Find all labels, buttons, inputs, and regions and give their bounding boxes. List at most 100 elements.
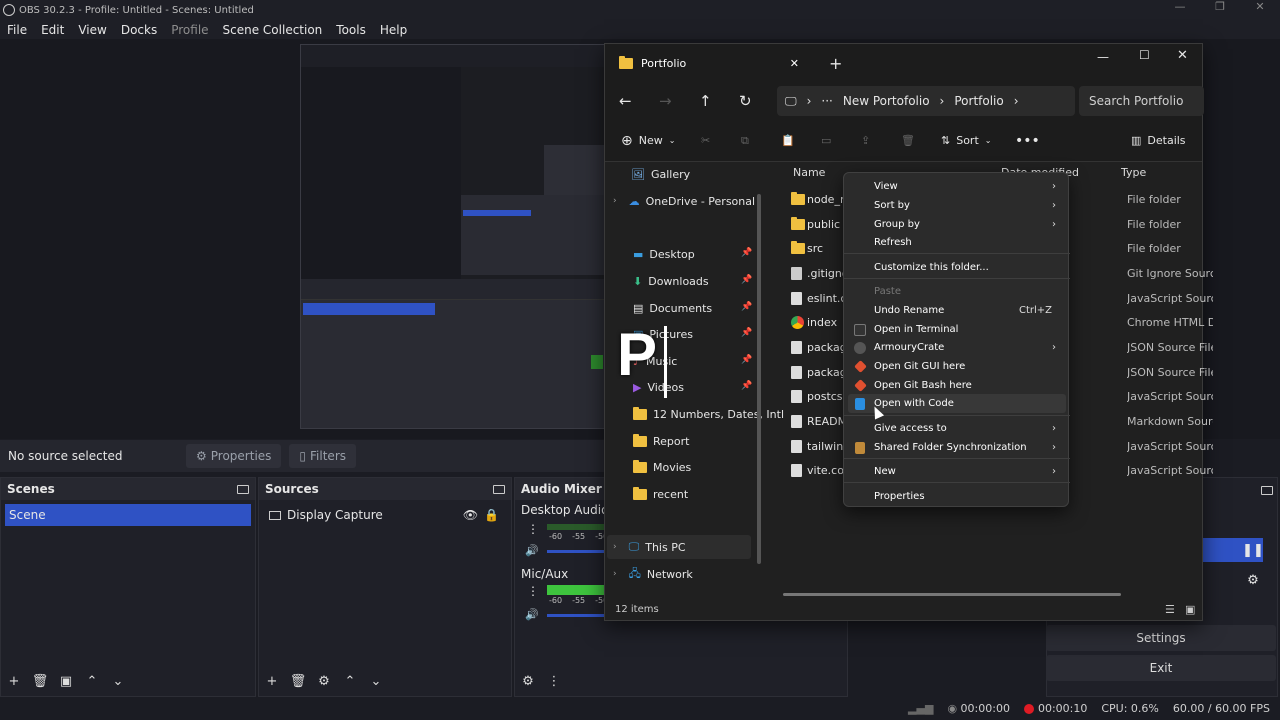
chevron-down-icon[interactable]: ⌄ (367, 672, 385, 690)
copy-icon[interactable]: ⧉ (741, 134, 749, 148)
more-icon[interactable]: ··· (821, 94, 832, 108)
kebab-icon[interactable]: ⋮ (527, 522, 539, 536)
horizontal-scrollbar[interactable] (783, 593, 1121, 596)
sidebar-item-documents[interactable]: ▤ Documents (633, 296, 712, 320)
kebab-icon[interactable]: ⋮ (545, 672, 563, 690)
column-type[interactable]: Type (1121, 166, 1146, 179)
menu-view[interactable]: View (71, 23, 113, 37)
volume-slider[interactable] (547, 614, 607, 617)
paste-icon[interactable]: 📋 (781, 134, 795, 147)
menu-item-view[interactable]: View › (848, 177, 1066, 196)
sidebar-item-numbers[interactable]: 12 Numbers, Dates, Intl (633, 402, 784, 426)
chevron-down-icon[interactable]: ⌄ (109, 672, 127, 690)
search-input[interactable]: Search Portfolio (1079, 86, 1204, 116)
close-icon[interactable]: ✕ (1240, 0, 1280, 13)
scene-item[interactable]: Scene (5, 504, 251, 526)
chevron-up-icon[interactable]: ⌃ (83, 672, 101, 690)
menu-item-customize[interactable]: Customize this folder... (848, 258, 1066, 277)
menu-item-give-access[interactable]: Give access to › (848, 419, 1066, 438)
crumb-new-portofolio[interactable]: New Portofolio (843, 94, 930, 108)
menu-tools[interactable]: Tools (329, 23, 373, 37)
sidebar-item-this-pc[interactable]: › 🖵 This PC (607, 535, 751, 559)
crumb-portfolio[interactable]: Portfolio (954, 94, 1003, 108)
sidebar-item-gallery[interactable]: 🖼 Gallery (631, 162, 690, 186)
sidebar-item-report[interactable]: Report (633, 429, 689, 453)
menu-item-refresh[interactable]: Refresh (848, 233, 1066, 252)
sidebar-item-network[interactable]: › 🖧 Network (613, 562, 693, 586)
undock-icon[interactable] (493, 484, 505, 494)
details-button[interactable]: ▥ Details (1131, 134, 1186, 147)
forward-icon[interactable]: → (659, 92, 672, 110)
menu-item-armourycrate[interactable]: ArmouryCrate › (848, 338, 1066, 357)
breadcrumb[interactable]: 🖵 › ··· New Portofolio › Portfolio › (777, 86, 1075, 116)
maximize-icon[interactable]: ❐ (1200, 0, 1240, 13)
minimize-icon[interactable]: — (1160, 0, 1200, 13)
volume-slider[interactable] (547, 550, 607, 553)
mixer-settings-icon[interactable]: ⚙ (519, 672, 537, 690)
rename-icon[interactable]: ▭ (821, 134, 831, 147)
refresh-icon[interactable]: ↻ (739, 92, 752, 110)
exit-button[interactable]: Exit (1046, 655, 1276, 681)
menu-help[interactable]: Help (373, 23, 414, 37)
properties-button[interactable]: ⚙ Properties (186, 444, 282, 468)
menu-item-properties[interactable]: Properties (848, 487, 1066, 506)
sidebar-item-desktop[interactable]: ▬ Desktop (633, 242, 695, 266)
share-icon[interactable]: ⇪ (861, 134, 870, 147)
menu-item-open-terminal[interactable]: Open in Terminal (848, 320, 1066, 339)
new-button[interactable]: ⊕ New ⌄ (621, 133, 675, 149)
eye-icon[interactable]: 👁 (463, 508, 478, 522)
undock-icon[interactable] (1261, 484, 1273, 498)
list-view-icon[interactable]: ☰ (1165, 603, 1175, 616)
menu-item-git-bash[interactable]: Open Git Bash here (848, 376, 1066, 395)
undock-icon[interactable] (237, 484, 249, 494)
trash-icon[interactable]: 🗑 (31, 672, 49, 690)
sidebar-item-downloads[interactable]: ⬇ Downloads (633, 269, 709, 293)
menu-item-sort-by[interactable]: Sort by › (848, 196, 1066, 215)
kebab-icon[interactable]: ⋮ (527, 584, 539, 598)
menu-profile[interactable]: Profile (164, 23, 215, 37)
delete-icon[interactable]: 🗑 (901, 134, 915, 147)
column-name[interactable]: Name (793, 166, 825, 179)
back-icon[interactable]: ← (619, 92, 632, 110)
speaker-icon[interactable]: 🔊 (525, 608, 539, 621)
menu-item-group-by[interactable]: Group by › (848, 215, 1066, 234)
explorer-tab[interactable]: Portfolio ✕ (615, 48, 805, 78)
menu-item-paste[interactable]: Paste (848, 282, 1066, 301)
sidebar-scrollbar[interactable] (757, 194, 761, 564)
more-options-icon[interactable]: ••• (1015, 133, 1040, 149)
add-icon[interactable]: + (5, 672, 23, 690)
menu-item-shared-folder-sync[interactable]: Shared Folder Synchronization › (848, 438, 1066, 457)
chevron-up-icon[interactable]: ⌃ (341, 672, 359, 690)
close-icon[interactable]: ✕ (1177, 48, 1188, 63)
speaker-icon[interactable]: 🔊 (525, 544, 539, 557)
cut-icon[interactable]: ✂ (701, 134, 710, 147)
sidebar-item-onedrive[interactable]: › ☁ OneDrive - Personal (613, 189, 755, 213)
menu-item-git-gui[interactable]: Open Git GUI here (848, 357, 1066, 376)
settings-button[interactable]: Settings (1046, 625, 1276, 651)
menu-scene-collection[interactable]: Scene Collection (216, 23, 330, 37)
source-item[interactable]: Display Capture 👁 🔒 (269, 504, 507, 526)
trash-icon[interactable]: 🗑 (289, 672, 307, 690)
new-tab-icon[interactable]: + (829, 54, 842, 73)
tile-view-icon[interactable]: ▣ (1185, 603, 1195, 616)
filter-icon[interactable]: ▣ (57, 672, 75, 690)
add-icon[interactable]: + (263, 672, 281, 690)
pause-icon[interactable]: ❚❚ (1241, 538, 1265, 562)
lock-icon[interactable]: 🔒 (484, 508, 499, 522)
gear-icon[interactable]: ⚙ (315, 672, 333, 690)
gear-icon[interactable]: ⚙ (1241, 568, 1265, 592)
filters-button[interactable]: ▯ Filters (289, 444, 357, 468)
up-icon[interactable]: ↑ (699, 92, 712, 110)
sort-button[interactable]: ⇅ Sort ⌄ (941, 134, 991, 147)
minimize-icon[interactable]: — (1097, 50, 1109, 64)
sidebar-item-recent[interactable]: recent (633, 482, 688, 506)
menu-item-new[interactable]: New › (848, 462, 1066, 481)
maximize-icon[interactable]: ☐ (1139, 48, 1150, 62)
explorer-navbar: ← → ↑ ↻ 🖵 › ··· New Portofolio › Portfol… (605, 82, 1204, 120)
close-tab-icon[interactable]: ✕ (790, 57, 799, 70)
menu-edit[interactable]: Edit (34, 23, 71, 37)
menu-file[interactable]: File (0, 23, 34, 37)
sidebar-item-movies[interactable]: Movies (633, 455, 691, 479)
menu-item-undo-rename[interactable]: Undo Rename Ctrl+Z (848, 301, 1066, 320)
menu-docks[interactable]: Docks (114, 23, 164, 37)
